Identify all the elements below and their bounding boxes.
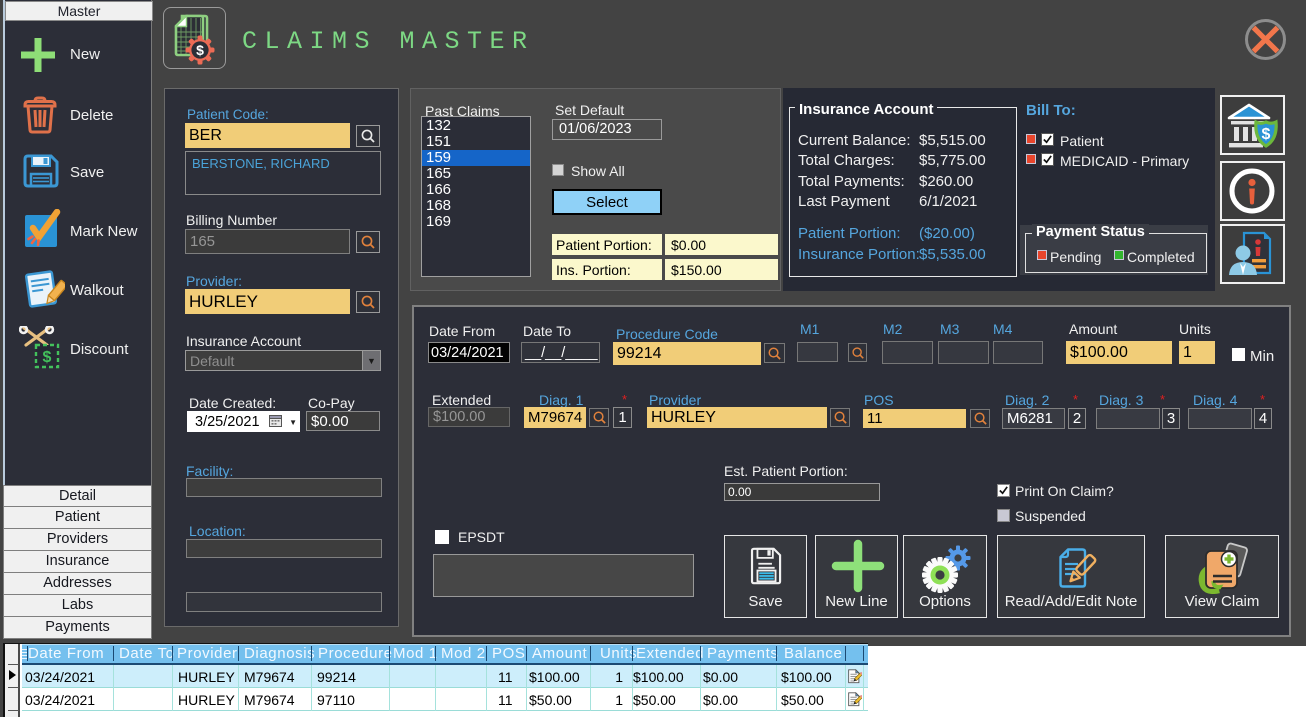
svg-text:$: $ [43, 349, 52, 366]
svg-text:$: $ [1262, 126, 1271, 143]
svg-text:$: $ [196, 42, 204, 58]
